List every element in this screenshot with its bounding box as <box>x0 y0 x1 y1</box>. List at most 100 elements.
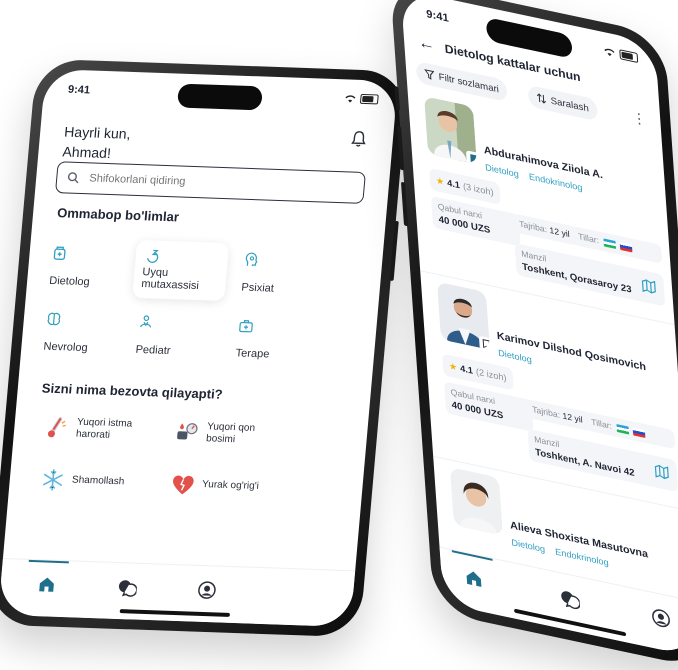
symptom-blood-pressure[interactable]: Yuqori qon bosimi <box>173 419 267 448</box>
uz-flag-icon <box>616 423 629 435</box>
dept-label: Pediatr <box>135 343 172 358</box>
departments-title: Ommabop bo'limlar <box>56 205 180 225</box>
left-phone: 9:41 Hayrli kun, Ahmad! Ommabop bo'limla… <box>0 58 409 638</box>
departments-grid: Dietolog Uyqu mutaxassisi Psixiat Nevrol… <box>43 237 375 360</box>
tag-label[interactable]: Dietolog <box>498 348 532 365</box>
more-icon[interactable]: ⋮ <box>631 109 646 129</box>
dept-label: Psixiat <box>240 281 275 295</box>
dept-psixiatr[interactable]: Psixiat <box>232 243 321 304</box>
dept-label: Dietolog <box>48 274 91 289</box>
search-icon <box>67 172 79 184</box>
symptoms-title: Sizni nima bezovta qilayapti? <box>41 380 224 402</box>
symptom-label: Yuqori qon bosimi <box>205 421 256 446</box>
brain-head-icon <box>245 252 258 266</box>
chat-icon[interactable] <box>559 587 581 611</box>
symptom-label: Yuqori istma harorati <box>75 416 133 441</box>
flask-icon <box>53 246 66 260</box>
map-icon[interactable] <box>654 463 669 480</box>
dept-label: Uyqu mutaxassisi <box>140 266 200 293</box>
experience-box: Tajriba: 12 yil <box>512 213 579 247</box>
greeting-name: Ahmad! <box>61 143 112 162</box>
dept-nevrolog[interactable]: Nevrolog <box>34 302 123 363</box>
status-time: 9:41 <box>67 83 91 97</box>
medkit-icon <box>239 320 253 333</box>
sort-label: Saralash <box>550 94 590 115</box>
tag-label[interactable]: Dietolog <box>485 162 519 179</box>
sleep-icon <box>146 249 159 263</box>
thermometer-icon <box>47 417 66 438</box>
doctor-list-screen: 9:41 ← Dietolog kattalar uchun Filtr soz… <box>400 0 678 658</box>
review-count: (2 izoh) <box>475 366 507 384</box>
dept-label: Nevrolog <box>43 340 89 355</box>
star-icon: ★ <box>435 174 445 187</box>
dept-dietolog[interactable]: Dietolog <box>40 237 129 298</box>
heart-pain-icon <box>173 475 194 495</box>
dept-sleep[interactable]: Uyqu mutaxassisi <box>132 239 230 301</box>
bell-icon[interactable] <box>350 130 368 148</box>
symptom-heart-pain[interactable]: Yurak og'rig'i <box>169 471 260 500</box>
chat-icon[interactable] <box>116 577 138 598</box>
child-icon <box>140 315 152 328</box>
experience-value: 12 yil <box>562 410 583 425</box>
active-tab-indicator <box>28 559 69 564</box>
back-arrow-icon[interactable]: ← <box>418 34 436 55</box>
symptom-cold[interactable]: Shamollash <box>39 466 126 495</box>
profile-icon[interactable] <box>196 580 218 601</box>
experience-label: Tajriba: <box>518 218 548 235</box>
doctor-photo <box>449 467 503 536</box>
price-box: Qabul narxi 40 000 UZS <box>443 381 534 432</box>
symptom-label: Yurak og'rig'i <box>201 479 260 492</box>
home-screen: 9:41 Hayrli kun, Ahmad! Ommabop bo'limla… <box>0 68 399 628</box>
dept-pediatr[interactable]: Pediatr <box>126 306 215 367</box>
doctor-avatar <box>424 96 477 165</box>
brain-icon <box>47 312 61 326</box>
greeting: Hayrli kun, Ahmad! <box>62 122 132 164</box>
bottom-tab-bar <box>0 558 356 628</box>
wifi-icon <box>345 94 356 103</box>
bookmark-icon[interactable] <box>478 335 490 350</box>
languages-label: Tillar: <box>577 231 600 246</box>
symptom-label: Shamollash <box>71 474 125 488</box>
rating-value: 4.1 <box>459 363 474 376</box>
profile-icon[interactable] <box>650 606 672 630</box>
languages-label: Tillar: <box>590 416 613 431</box>
ru-flag-icon <box>619 241 633 253</box>
home-indicator <box>119 609 231 617</box>
uz-flag-icon <box>603 238 616 249</box>
map-icon[interactable] <box>641 278 656 295</box>
dept-terapevt[interactable]: Terape <box>226 309 315 370</box>
right-phone: 9:41 ← Dietolog kattalar uchun Filtr soz… <box>389 0 678 670</box>
doctor-tags: Dietolog <box>498 348 532 365</box>
experience-label: Tajriba: <box>531 404 561 420</box>
doctor-card[interactable]: Karimov Dilshod Qosimovich Dietolog ★ 4.… <box>431 280 678 499</box>
experience-box: Tajriba: 12 yil <box>525 398 592 432</box>
filter-icon <box>424 69 435 80</box>
battery-icon <box>619 49 639 64</box>
rating-value: 4.1 <box>446 177 461 191</box>
price-box: Qabul narxi 40 000 UZS <box>431 195 521 247</box>
status-icons <box>344 93 379 105</box>
doctor-avatar <box>437 281 490 350</box>
search-box[interactable] <box>54 161 366 204</box>
dept-label: Terape <box>235 347 270 361</box>
search-input[interactable] <box>86 171 273 192</box>
tag-label[interactable]: Dietolog <box>511 537 545 554</box>
symptom-fever[interactable]: Yuqori istma harorati <box>43 415 141 444</box>
filter-label: Filtr sozlamari <box>438 71 500 95</box>
bookmark-icon[interactable] <box>465 150 477 165</box>
home-icon[interactable] <box>36 574 58 595</box>
review-count: (3 izoh) <box>462 181 494 198</box>
greeting-line1: Hayrli kun, <box>63 123 132 142</box>
blood-pressure-icon <box>177 423 198 440</box>
doctor-avatar <box>449 467 503 536</box>
ru-flag-icon <box>632 427 646 438</box>
sort-icon <box>536 93 547 104</box>
snowflake-icon <box>43 469 63 491</box>
battery-icon <box>359 93 379 105</box>
home-icon[interactable] <box>463 566 485 590</box>
status-time: 9:41 <box>425 8 450 25</box>
status-icons <box>603 46 639 64</box>
star-icon: ★ <box>448 360 458 373</box>
experience-value: 12 yil <box>549 224 570 240</box>
wifi-icon <box>604 48 615 56</box>
